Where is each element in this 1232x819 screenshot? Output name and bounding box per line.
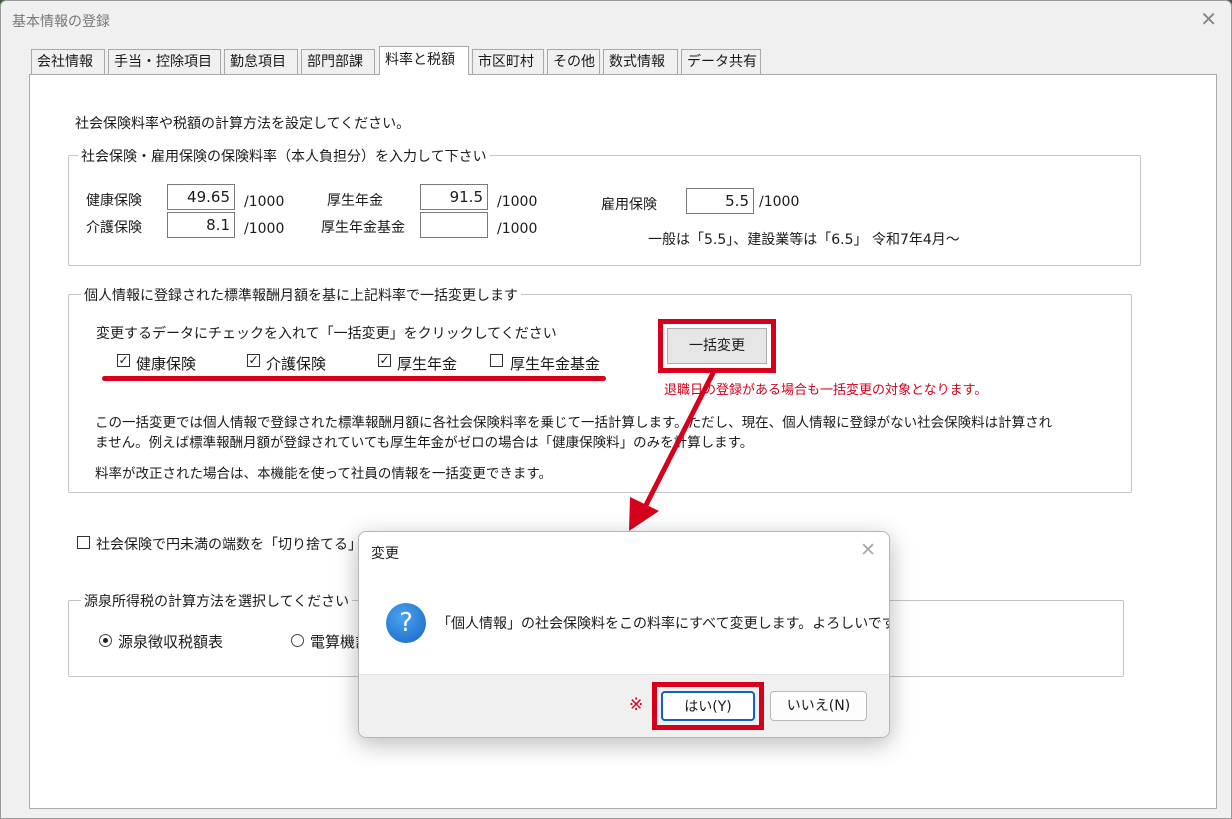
dialog-close-icon[interactable]: ✕	[860, 539, 876, 561]
yes-button[interactable]: はい(Y)	[661, 691, 755, 721]
dialog-message: 「個人情報」の社会保険料をこの料率にすべて変更します。よろしいですか？	[437, 616, 890, 632]
confirm-dialog: 変更 ✕ ? 「個人情報」の社会保険料をこの料率にすべて変更します。よろしいです…	[358, 531, 890, 738]
question-icon: ?	[386, 603, 426, 643]
tab-rates-and-tax[interactable]: 料率と税額	[379, 46, 469, 75]
attention-marker: ※	[629, 695, 644, 715]
window: 基本情報の登録 ✕ 会社情報 手当・控除項目 勤怠項目 部門部課 料率と税額 市…	[0, 0, 1232, 819]
no-button[interactable]: いいえ(N)	[770, 691, 867, 721]
dialog-footer: ※ はい(Y) いいえ(N)	[359, 674, 889, 737]
dialog-title: 変更	[371, 546, 399, 562]
